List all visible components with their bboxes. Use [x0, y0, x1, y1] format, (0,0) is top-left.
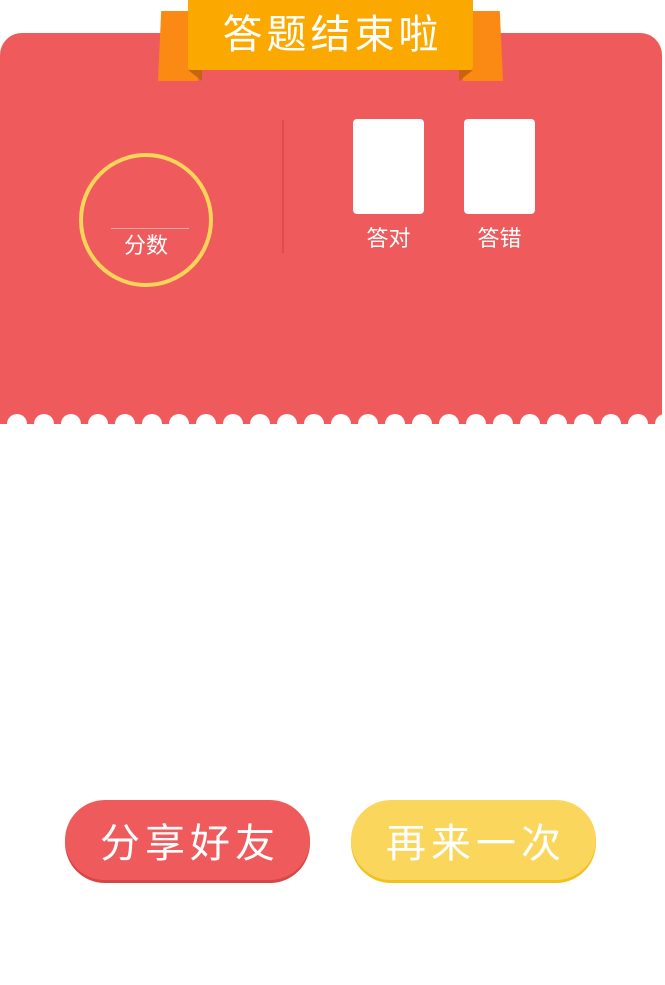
- quiz-result-page: 分数 答对 答错 答题结束啦 分享好友 再来一次: [0, 0, 665, 985]
- wrong-count-box: [464, 119, 535, 214]
- correct-count-box: [353, 119, 424, 214]
- result-card: 分数 答对 答错: [0, 33, 662, 424]
- scallop-dot: [169, 414, 189, 434]
- correct-stat: 答对: [353, 119, 424, 254]
- try-again-label: 再来一次: [386, 821, 566, 867]
- scallop-dot: [601, 414, 621, 434]
- scallop-dot: [223, 414, 243, 434]
- title-ribbon: 答题结束啦: [188, 0, 473, 70]
- scallop-dot: [88, 414, 108, 434]
- scallop-dot: [34, 414, 54, 434]
- score-label: 分数: [123, 234, 168, 259]
- scallop-dot: [520, 414, 540, 434]
- scallop-dot: [466, 414, 486, 434]
- card-divider: [282, 120, 284, 253]
- scallop-dot: [412, 414, 432, 434]
- score-ring: 分数: [79, 153, 213, 287]
- scallop-dot: [7, 414, 27, 434]
- share-friends-label: 分享好友: [100, 821, 280, 867]
- scallop-dot: [655, 414, 662, 434]
- scallop-dot: [358, 414, 378, 434]
- share-friends-button[interactable]: 分享好友: [65, 800, 310, 880]
- scallop-dot: [142, 414, 162, 434]
- try-again-button[interactable]: 再来一次: [351, 800, 596, 880]
- scallop-dot: [547, 414, 567, 434]
- score-divider: [111, 228, 189, 229]
- scallop-dot: [304, 414, 324, 434]
- scallop-dot: [493, 414, 513, 434]
- wrong-label: 答错: [477, 227, 522, 252]
- correct-label: 答对: [366, 227, 411, 252]
- scallop-dot: [277, 414, 297, 434]
- scallop-dot: [331, 414, 351, 434]
- scallop-dot: [196, 414, 216, 434]
- scallop-dot: [385, 414, 405, 434]
- scallop-dot: [250, 414, 270, 434]
- scallop-dot: [439, 414, 459, 434]
- scallop-dot: [574, 414, 594, 434]
- scallop-dot: [61, 414, 81, 434]
- card-scalloped-edge: [0, 414, 662, 434]
- scallop-dot: [628, 414, 648, 434]
- page-title: 答题结束啦: [222, 12, 443, 58]
- score-value: [83, 185, 209, 225]
- scallop-dot: [115, 414, 135, 434]
- wrong-stat: 答错: [464, 119, 535, 254]
